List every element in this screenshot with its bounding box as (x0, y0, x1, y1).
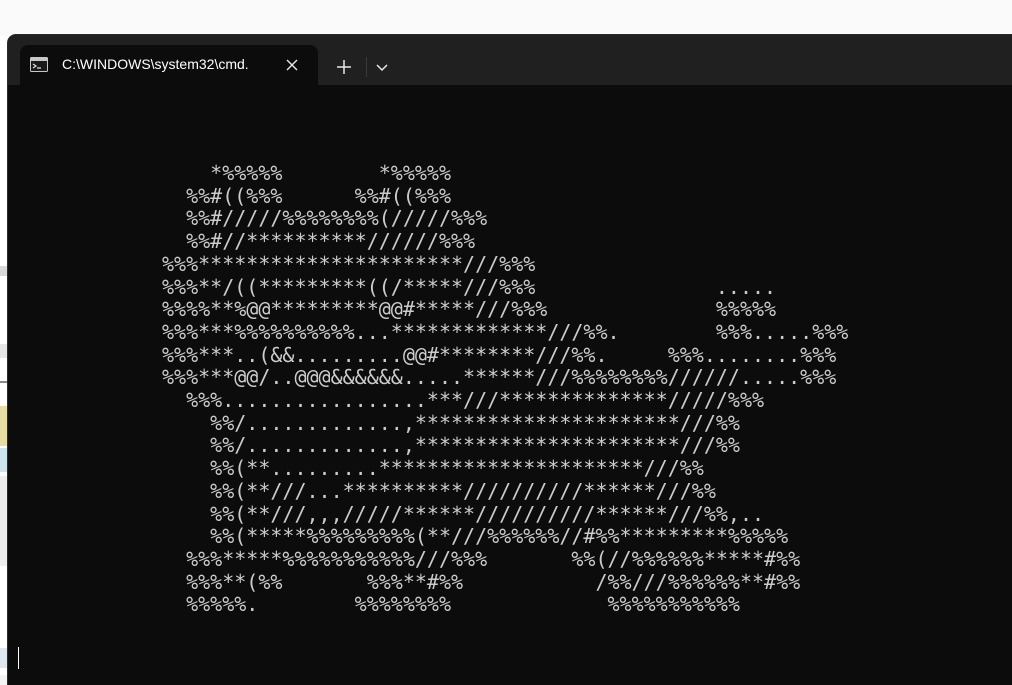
plus-icon[interactable] (330, 53, 358, 81)
tab-bar: C:\WINDOWS\system32\cmd. (8, 35, 1012, 85)
text-cursor (18, 647, 19, 669)
tab-separator (366, 57, 367, 77)
console-output-area[interactable]: *%%%%% *%%%%% %%#((%%% %%#((%%% %%#/////… (8, 85, 1012, 685)
background-window-strip (0, 0, 1012, 36)
chevron-down-icon[interactable] (370, 53, 394, 81)
console-icon (30, 57, 48, 72)
tab-title: C:\WINDOWS\system32\cmd. (62, 56, 249, 72)
close-icon[interactable] (282, 55, 302, 75)
terminal-window[interactable]: C:\WINDOWS\system32\cmd. *%%%%% *%%%%% %… (8, 35, 1012, 685)
console-ascii-art: *%%%%% *%%%%% %%#((%%% %%#((%%% %%#/////… (162, 161, 849, 617)
tab-cmd[interactable]: C:\WINDOWS\system32\cmd. (20, 45, 318, 85)
